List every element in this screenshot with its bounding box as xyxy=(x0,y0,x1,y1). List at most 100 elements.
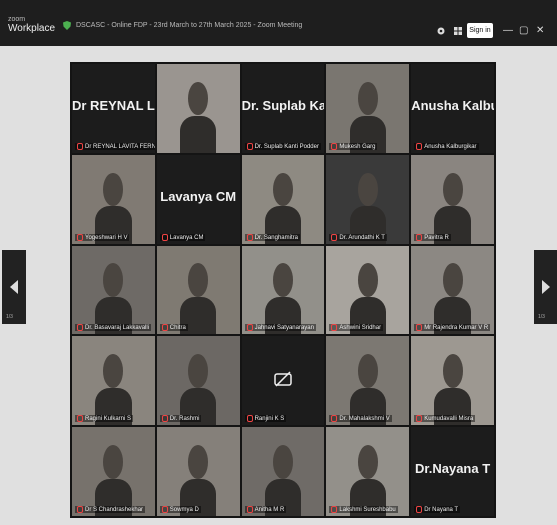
muted-mic-icon xyxy=(246,142,253,150)
meeting-title: DSCASC - Online FDP - 23rd March to 27th… xyxy=(76,22,303,29)
participant-tile[interactable] xyxy=(156,64,240,153)
participant-tile[interactable]: Dr. Rashmi xyxy=(156,336,240,426)
participant-name-text: Dr. Rashmi xyxy=(169,416,200,423)
participant-name-text: Jahnavi Satyanarayan xyxy=(254,325,314,332)
muted-mic-icon xyxy=(77,415,83,423)
muted-mic-icon xyxy=(246,415,253,423)
participant-tile[interactable]: Mukesh Garg xyxy=(326,64,410,153)
muted-mic-icon xyxy=(77,142,83,150)
participant-tile[interactable]: Mr Rajendra Kumar V R xyxy=(411,245,494,335)
participant-name-label: Chitra xyxy=(159,324,188,332)
participant-video-face xyxy=(442,172,463,207)
participant-tile[interactable]: Dr. Arundathi K T xyxy=(326,154,410,244)
participant-tile[interactable]: Dr. Basavaraj Lakkavalli xyxy=(72,245,155,335)
muted-mic-icon xyxy=(331,324,338,332)
muted-mic-icon xyxy=(161,324,168,332)
participant-name-label: Ranjini K S xyxy=(244,415,287,423)
participant-tile[interactable]: Jahnavi Satyanarayan xyxy=(241,245,325,335)
participant-video-face xyxy=(103,444,124,479)
participant-name-text: Mukesh Garg xyxy=(339,143,376,150)
participant-display-name: Dr. Suplab Kant... xyxy=(241,98,325,113)
participant-name-text: Dr. Sanghamitra xyxy=(254,234,298,241)
security-shield-icon[interactable] xyxy=(63,21,71,30)
participant-tile[interactable]: Pavitra R xyxy=(411,154,494,244)
muted-mic-icon xyxy=(331,233,338,241)
muted-mic-icon xyxy=(416,142,423,150)
participant-name-label: Yogeshwari H V xyxy=(75,233,130,241)
participant-name-text: Dr. Basavaraj Lakkavalli xyxy=(85,325,150,332)
participant-tile[interactable]: Lavanya CM Lavanya CM xyxy=(156,154,240,244)
participant-name-label: Pavitra R xyxy=(414,233,451,241)
participant-name-text: Dr Nayana T xyxy=(424,506,459,513)
participant-name-text: Ashwini Sridhar xyxy=(339,325,382,332)
close-button[interactable]: ✕ xyxy=(536,25,544,36)
muted-mic-icon xyxy=(331,142,338,150)
participant-tile[interactable]: Dr.Nayana T Dr Nayana T xyxy=(411,427,494,516)
participant-tile[interactable]: Dr S Chandrashekhar xyxy=(72,427,155,516)
participant-display-name: Anusha Kalburg... xyxy=(411,98,494,113)
title-bar: zoom Workplace DSCASC - Online FDP - 23r… xyxy=(0,0,557,46)
gallery-view: Dr REYNAL LAV... Dr REYNAL LAVITA FERNAN.… xyxy=(70,62,496,518)
participant-tile[interactable]: Kumudavalli Misra xyxy=(411,336,494,426)
view-icon[interactable] xyxy=(453,26,463,36)
participant-display-name: Dr.Nayana T xyxy=(415,461,491,477)
participant-video-face xyxy=(273,444,293,479)
page-indicator-left: 1/3 xyxy=(6,314,13,320)
camera-off-icon xyxy=(274,371,292,387)
muted-mic-icon xyxy=(246,505,253,513)
participant-tile[interactable]: Ashwini Sridhar xyxy=(326,245,410,335)
minimize-button[interactable]: — xyxy=(503,25,513,36)
participant-name-text: Ranjini K S xyxy=(254,416,285,423)
zoom-workplace-logo: zoom Workplace xyxy=(8,15,55,34)
participant-tile[interactable]: Dr. Mahalakshmi V xyxy=(326,336,410,426)
participant-video-face xyxy=(188,81,209,116)
sign-in-button[interactable]: Sign in xyxy=(467,23,493,38)
participant-tile[interactable]: Sowmya D xyxy=(156,427,240,516)
participant-name-text: Lavanya CM xyxy=(169,234,204,241)
participant-name-text: Anitha M R xyxy=(254,506,285,513)
participant-tile[interactable]: Dr REYNAL LAV... Dr REYNAL LAVITA FERNAN.… xyxy=(72,64,155,153)
participant-video-face xyxy=(357,81,378,116)
participant-video-face xyxy=(103,354,124,388)
participant-name-text: Anusha Kalburgikar xyxy=(424,143,477,150)
participant-tile[interactable]: Lakshmi Sureshbabu xyxy=(326,427,410,516)
participant-tile[interactable]: Ragini Kulkarni S xyxy=(72,336,155,426)
participant-name-label: Dr. Rashmi xyxy=(159,415,202,423)
participant-name-text: Dr REYNAL LAVITA FERNAN... xyxy=(85,143,155,150)
muted-mic-icon xyxy=(77,505,83,513)
previous-page-button[interactable]: 1/3 xyxy=(2,250,26,324)
muted-mic-icon xyxy=(416,415,423,423)
participant-name-label: Anusha Kalburgikar xyxy=(414,142,479,150)
maximize-button[interactable]: ▢ xyxy=(519,25,528,36)
participant-name-text: Dr. Mahalakshmi V xyxy=(339,416,390,423)
participant-tile[interactable]: Anitha M R xyxy=(241,427,325,516)
participant-video-face xyxy=(188,354,209,388)
participant-name-label: Dr S Chandrashekhar xyxy=(75,505,146,513)
participant-name-label: Mukesh Garg xyxy=(329,142,378,150)
participant-name-label: Dr Nayana T xyxy=(414,505,461,513)
muted-mic-icon xyxy=(416,505,423,513)
muted-mic-icon xyxy=(161,233,168,241)
chevron-right-icon xyxy=(542,280,550,294)
participant-video-face xyxy=(188,263,209,298)
participant-video-face xyxy=(357,263,378,298)
participant-tile[interactable]: Ranjini K S xyxy=(241,336,325,426)
participant-name-label: Dr. Sanghamitra xyxy=(244,233,300,241)
participant-name-label: Dr. Basavaraj Lakkavalli xyxy=(75,324,152,332)
muted-mic-icon xyxy=(416,324,423,332)
participant-tile[interactable]: Dr. Suplab Kant... Dr. Suplab Kanti Podde… xyxy=(241,64,325,153)
settings-icon[interactable] xyxy=(436,26,446,36)
participant-name-text: Kumudavalli Misra xyxy=(424,416,474,423)
participant-tile[interactable]: Anusha Kalburg... Anusha Kalburgikar xyxy=(411,64,494,153)
next-page-button[interactable]: 1/3 xyxy=(534,250,557,324)
participant-tile[interactable]: Chitra xyxy=(156,245,240,335)
participant-display-name: Lavanya CM xyxy=(160,188,237,204)
muted-mic-icon xyxy=(161,505,168,513)
participant-display-name: Dr REYNAL LAV... xyxy=(72,98,155,113)
participant-name-text: Dr S Chandrashekhar xyxy=(85,506,144,513)
participant-tile[interactable]: Yogeshwari H V xyxy=(72,154,155,244)
participant-name-label: Dr. Arundathi K T xyxy=(329,233,387,241)
participant-video-face xyxy=(273,263,293,298)
participant-tile[interactable]: Dr. Sanghamitra xyxy=(241,154,325,244)
participant-name-label: Ashwini Sridhar xyxy=(329,324,384,332)
